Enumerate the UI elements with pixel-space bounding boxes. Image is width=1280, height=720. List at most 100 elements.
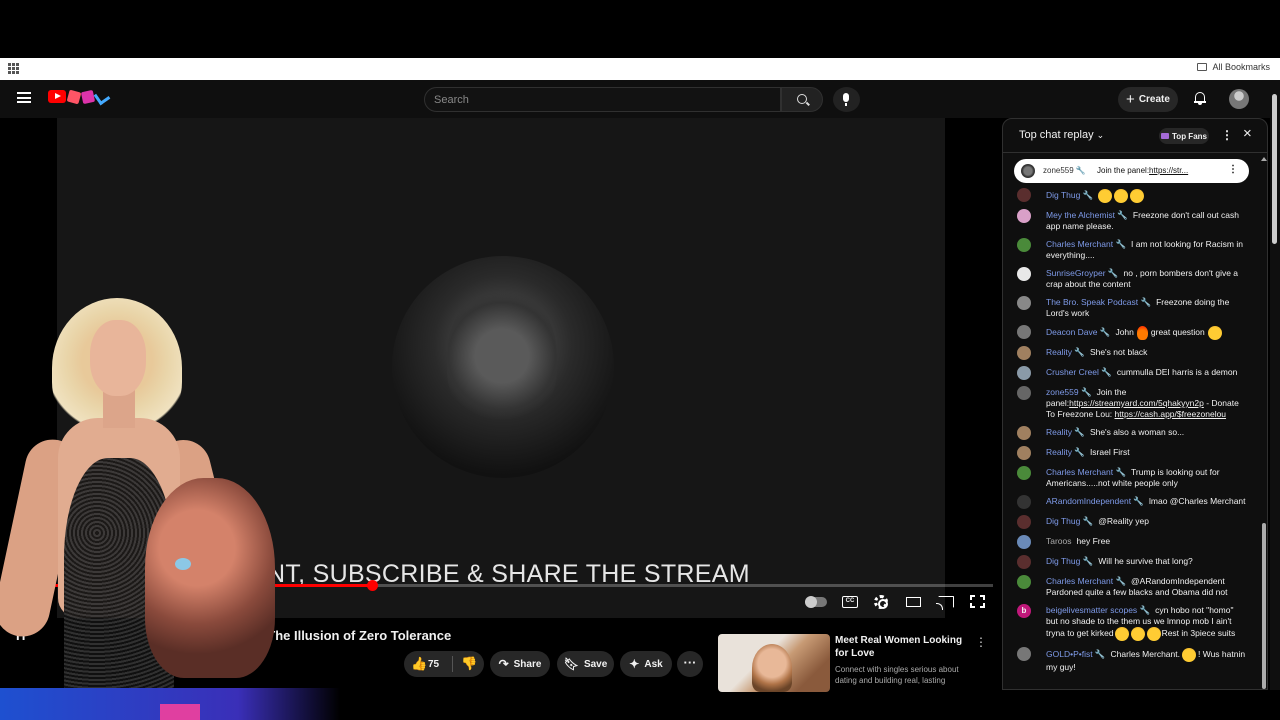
chat-scrollbar[interactable] (1261, 157, 1267, 689)
chat-author[interactable]: ARandomIndependent 🔧 (1046, 496, 1144, 506)
chat-link[interactable]: https://cash.app/$freezonelou (1115, 409, 1227, 419)
overlay-man-image (145, 478, 275, 678)
ad-description: Connect with singles serious about datin… (835, 665, 959, 685)
hamburger-menu-icon[interactable] (17, 92, 31, 103)
avatar[interactable] (1017, 325, 1031, 339)
apps-grid-icon[interactable] (8, 63, 19, 74)
video-scrubber-handle[interactable] (366, 580, 378, 591)
search-input[interactable]: Search (424, 87, 781, 112)
chat-text: lmao @Charles Merchant (1149, 496, 1246, 506)
chat-author[interactable]: Charles Merchant 🔧 (1046, 239, 1126, 249)
chat-author[interactable]: beigelivesmatter scopes 🔧 (1046, 605, 1150, 615)
chat-message-body: ARandomIndependent 🔧 lmao @Charles Mercha… (1046, 496, 1247, 509)
chat-message: Dig Thug 🔧 Will he survive that long? (1017, 555, 1247, 569)
cast-icon[interactable] (936, 596, 954, 610)
avatar[interactable] (1017, 555, 1031, 569)
close-icon[interactable]: × (1243, 125, 1252, 142)
youtube-play-icon (48, 90, 66, 103)
pinned-menu-icon[interactable]: ⋮ (1228, 164, 1238, 175)
avatar[interactable] (1017, 238, 1031, 252)
chat-menu-icon[interactable]: ⋮ (1221, 128, 1233, 142)
microphone-icon (843, 93, 849, 106)
create-button[interactable]: + Create (1118, 87, 1178, 112)
chat-author[interactable]: Reality 🔧 (1046, 427, 1085, 437)
crying-emoji-icon (1114, 627, 1129, 641)
chat-scrollbar-thumb[interactable] (1262, 523, 1266, 689)
chat-link[interactable]: https://streamyard.com/5qhakyyn2p (1069, 398, 1204, 408)
chat-author[interactable]: Charles Merchant 🔧 (1046, 467, 1126, 477)
avatar (1021, 164, 1035, 178)
avatar[interactable] (1017, 535, 1031, 549)
avatar[interactable] (1017, 647, 1031, 661)
avatar[interactable] (1017, 366, 1031, 380)
doodle-shape-icon (80, 89, 96, 104)
account-avatar[interactable] (1229, 89, 1249, 109)
chat-author[interactable]: SunriseGroyper 🔧 (1046, 268, 1118, 278)
avatar[interactable] (1017, 386, 1031, 400)
avatar[interactable] (1017, 346, 1031, 360)
voice-search-button[interactable] (833, 87, 860, 112)
chat-author[interactable]: Mey the Alchemist 🔧 (1046, 210, 1128, 220)
chat-author[interactable]: The Bro. Speak Podcast 🔧 (1046, 297, 1151, 307)
ad-thumbnail[interactable] (718, 634, 830, 692)
save-label: Save (583, 658, 608, 670)
page-scrollbar[interactable] (1270, 80, 1280, 690)
ad-title[interactable]: Meet Real Women Looking for Love (835, 634, 975, 660)
chat-author[interactable]: Crusher Creel 🔧 (1046, 367, 1112, 377)
pinned-message[interactable]: zone559 🔧 Join the panel:https://str... … (1014, 159, 1249, 183)
more-actions-button[interactable]: ··· (677, 651, 703, 677)
top-fans-button[interactable]: Top Fans (1159, 128, 1209, 144)
chat-author[interactable]: Reality 🔧 (1046, 347, 1085, 357)
chat-author[interactable]: Charles Merchant 🔧 (1046, 576, 1126, 586)
avatar[interactable] (1017, 446, 1031, 460)
like-count[interactable]: 75 (428, 659, 439, 670)
thumbs-down-icon[interactable]: 👍 (461, 656, 477, 671)
create-label: Create (1138, 94, 1170, 105)
search-button[interactable] (781, 87, 823, 112)
notifications-bell-icon[interactable] (1194, 91, 1206, 105)
avatar[interactable]: b (1017, 604, 1031, 618)
chat-mode-dropdown[interactable]: Top chat replay ⌄ (1019, 129, 1104, 141)
avatar[interactable] (1017, 267, 1031, 281)
pinned-link[interactable]: https://str... (1149, 166, 1188, 175)
chat-author[interactable]: Dig Thug 🔧 (1046, 190, 1093, 200)
theater-mode-icon[interactable] (906, 597, 921, 607)
page-scrollbar-thumb[interactable] (1272, 94, 1277, 244)
thumbs-up-icon[interactable]: 👍 (411, 657, 427, 670)
chat-message: Reality 🔧 She's not black (1017, 346, 1247, 360)
avatar[interactable] (1017, 466, 1031, 480)
like-divider (452, 656, 453, 672)
avatar[interactable] (1017, 426, 1031, 440)
ask-button[interactable]: ✦ Ask (620, 651, 672, 677)
avatar[interactable] (1017, 188, 1031, 202)
chat-author[interactable]: Dig Thug 🔧 (1046, 516, 1093, 526)
avatar[interactable] (1017, 209, 1031, 223)
chat-author[interactable]: Deacon Dave 🔧 (1046, 327, 1110, 337)
avatar[interactable] (1017, 296, 1031, 310)
all-bookmarks-label: All Bookmarks (1212, 62, 1270, 72)
browser-top-area (0, 0, 1280, 58)
chat-author[interactable]: zone559 🔧 (1046, 387, 1092, 397)
ad-menu-icon[interactable]: ⋮ (975, 636, 987, 648)
bookmark-icon: 🔖︎ (563, 657, 579, 671)
avatar[interactable] (1017, 495, 1031, 509)
settings-gear-icon[interactable] (874, 595, 888, 609)
avatar[interactable] (1017, 575, 1031, 589)
chat-text-part: She's also a woman so... (1089, 427, 1185, 437)
chat-author[interactable]: Dig Thug 🔧 (1046, 556, 1093, 566)
youtube-logo[interactable] (48, 88, 111, 105)
all-bookmarks-button[interactable]: All Bookmarks (1197, 62, 1270, 72)
captions-icon[interactable]: CC (842, 596, 858, 608)
chat-author[interactable]: GOLD•P•fist 🔧 (1046, 649, 1106, 659)
fullscreen-icon[interactable] (970, 595, 985, 608)
chat-text-part: cummulla DEI harris is a demon (1116, 367, 1238, 377)
autoplay-toggle[interactable] (805, 596, 827, 608)
save-button[interactable]: 🔖︎ Save (557, 651, 614, 677)
chat-message-body: Reality 🔧 She's also a woman so... (1046, 427, 1247, 440)
share-button[interactable]: ↷ Share (490, 651, 550, 677)
chat-author[interactable]: Taroos (1046, 536, 1072, 546)
chat-message-body: Dig Thug 🔧 Will he survive that long? (1046, 556, 1247, 569)
scroll-up-arrow-icon[interactable] (1261, 157, 1267, 161)
avatar[interactable] (1017, 515, 1031, 529)
chat-author[interactable]: Reality 🔧 (1046, 447, 1085, 457)
